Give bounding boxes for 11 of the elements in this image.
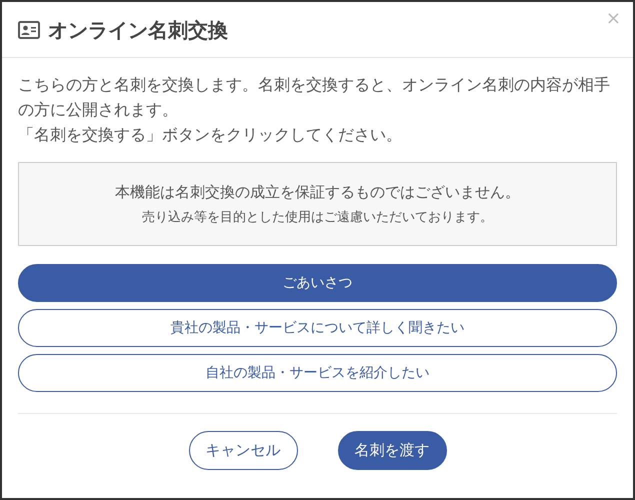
- notice-text: 本機能は名刺交換の成立を保証するものではございません。: [115, 182, 520, 203]
- cancel-button[interactable]: キャンセル: [188, 431, 298, 470]
- greeting-option[interactable]: 自社の製品・サービスを紹介したい: [18, 354, 617, 392]
- notice-text: 売り込み等を目的とした使用はご遠慮いただいております。: [142, 208, 493, 226]
- greeting-option[interactable]: ごあいさつ: [18, 264, 617, 302]
- message-text: こちらの方と名刺を交換します。名刺を交換すると、オンライン名刺の内容が相手の方に公開されます。: [18, 74, 611, 121]
- message-text: 「名刺を交換する」ボタンをクリックしてください。: [18, 124, 403, 146]
- greeting-option[interactable]: 貴社の製品・サービスについて詳しく聞きたい: [18, 309, 617, 347]
- dialog-title: オンライン名刺交換: [48, 16, 228, 44]
- submit-button[interactable]: 名刺を渡す: [338, 431, 446, 470]
- id-card-icon: [18, 20, 40, 38]
